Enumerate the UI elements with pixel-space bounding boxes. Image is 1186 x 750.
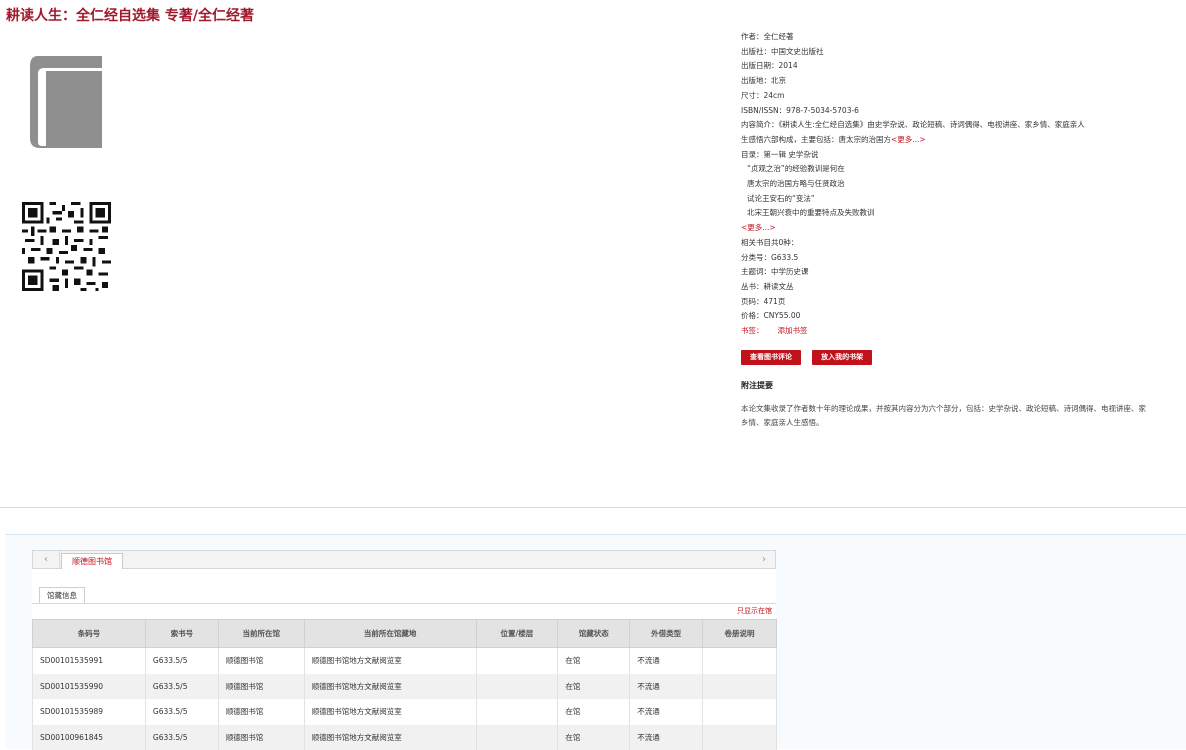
intro-line-1: 内容简介：《耕读人生:全仁经自选集》由史学杂说、政论短稿、诗词偶得、电视讲座、家… — [741, 118, 1161, 133]
related-count: 相关书目共0种： — [741, 236, 1161, 251]
cell-volume-note — [703, 699, 777, 725]
intro-more-link[interactable]: <更多...> — [891, 135, 926, 144]
cell-call-no: G633.5/5 — [145, 648, 218, 674]
isbn-field: ISBN/ISSN：978-7-5034-5703-6 — [741, 104, 1161, 119]
series-field: 丛书：耕读文丛 — [741, 280, 1161, 295]
class-no-field: 分类号：G633.5 — [741, 251, 1161, 266]
show-available-link[interactable]: 只显示在馆 — [737, 606, 772, 616]
toc-heading: 目录：第一辑 史学杂说 — [741, 148, 1161, 163]
cell-call-no: G633.5/5 — [145, 725, 218, 750]
cell-status: 在馆 — [558, 674, 630, 700]
author-field: 作者：全仁经著 — [741, 30, 1161, 45]
cell-barcode: SD00101535990 — [33, 674, 146, 700]
cell-floor — [476, 725, 558, 750]
pages-field: 页码：471页 — [741, 295, 1161, 310]
cell-library: 顺德图书馆 — [218, 725, 304, 750]
book-icon — [28, 54, 104, 148]
publisher-field: 出版社：中国文史出版社 — [741, 45, 1161, 60]
col-barcode: 条码号 — [33, 620, 146, 648]
cell-loan-type: 不流通 — [630, 674, 703, 700]
cell-status: 在馆 — [558, 725, 630, 750]
size-field: 尺寸：24cm — [741, 89, 1161, 104]
col-loan-type: 外借类型 — [630, 620, 703, 648]
view-reviews-button[interactable]: 查看图书评论 — [741, 350, 801, 365]
col-status: 馆藏状态 — [558, 620, 630, 648]
action-buttons: 查看图书评论 放入我的书架 — [741, 344, 878, 365]
tab-holdings-info[interactable]: 馆藏信息 — [39, 587, 85, 603]
notes-heading: 附注提要 — [741, 380, 773, 391]
cell-loan-type: 不流通 — [630, 648, 703, 674]
cell-floor — [476, 648, 558, 674]
toc-item: “贞观之治”的经验教训是何在 — [741, 162, 1161, 177]
toc-item: 唐太宗的治国方略与任贤政治 — [741, 177, 1161, 192]
price-field: 价格：CNY55.00 — [741, 309, 1161, 324]
add-tag-link[interactable]: 添加书签 — [778, 326, 808, 335]
table-header-row: 条码号 索书号 当前所在馆 当前所在馆藏地 位置/楼层 馆藏状态 外借类型 卷册… — [33, 620, 777, 648]
intro-text: 生感悟六部构成，主要包括：唐太宗的治国方 — [741, 135, 891, 144]
tab-shunde-library[interactable]: 顺德图书馆 — [61, 553, 123, 569]
book-title: 耕读人生：全仁经自选集 专著/全仁经著 — [6, 5, 254, 25]
cell-call-no: G633.5/5 — [145, 699, 218, 725]
cell-location: 顺德图书馆地方文献阅览室 — [304, 648, 476, 674]
pub-place-field: 出版地：北京 — [741, 74, 1161, 89]
notes-text: 本论文集收录了作者数十年的理论成果，并按其内容分为六个部分，包括：史学杂说、政论… — [741, 402, 1153, 430]
intro-line-2: 生感悟六部构成，主要包括：唐太宗的治国方<更多...> — [741, 133, 1161, 148]
col-library: 当前所在馆 — [218, 620, 304, 648]
toc-more-link[interactable]: <更多...> — [741, 223, 776, 232]
col-call-no: 索书号 — [145, 620, 218, 648]
chevron-right-icon[interactable]: › — [753, 551, 775, 568]
tag-row: 书签： 添加书签 — [741, 324, 1161, 339]
table-row: SD00101535990 G633.5/5 顺德图书馆 顺德图书馆地方文献阅览… — [33, 674, 777, 700]
qr-code-icon — [22, 202, 111, 291]
col-floor: 位置/楼层 — [476, 620, 558, 648]
book-metadata: 作者：全仁经著 出版社：中国文史出版社 出版日期：2014 出版地：北京 尺寸：… — [741, 30, 1161, 339]
cell-loan-type: 不流通 — [630, 725, 703, 750]
tag-label: 书签： — [741, 326, 764, 335]
cell-barcode: SD00101535989 — [33, 699, 146, 725]
cell-barcode: SD00101535991 — [33, 648, 146, 674]
cell-volume-note — [703, 725, 777, 750]
cell-loan-type: 不流通 — [630, 699, 703, 725]
cell-volume-note — [703, 648, 777, 674]
cell-volume-note — [703, 674, 777, 700]
library-tabbar: ‹ 顺德图书馆 › — [32, 550, 776, 569]
cell-location: 顺德图书馆地方文献阅览室 — [304, 699, 476, 725]
cell-location: 顺德图书馆地方文献阅览室 — [304, 674, 476, 700]
cell-library: 顺德图书馆 — [218, 674, 304, 700]
table-row: SD00100961845 G633.5/5 顺德图书馆 顺德图书馆地方文献阅览… — [33, 725, 777, 750]
cell-status: 在馆 — [558, 648, 630, 674]
cell-floor — [476, 674, 558, 700]
cell-library: 顺德图书馆 — [218, 648, 304, 674]
cell-location: 顺德图书馆地方文献阅览室 — [304, 725, 476, 750]
cell-call-no: G633.5/5 — [145, 674, 218, 700]
toc-item: 试论王安石的“变法” — [741, 192, 1161, 207]
cell-floor — [476, 699, 558, 725]
subject-field: 主题词：中学历史课 — [741, 265, 1161, 280]
pub-date-field: 出版日期：2014 — [741, 59, 1161, 74]
table-row: SD00101535989 G633.5/5 顺德图书馆 顺德图书馆地方文献阅览… — [33, 699, 777, 725]
subtab-divider — [32, 603, 776, 604]
holdings-table: 条码号 索书号 当前所在馆 当前所在馆藏地 位置/楼层 馆藏状态 外借类型 卷册… — [32, 619, 777, 750]
add-to-shelf-button[interactable]: 放入我的书架 — [812, 350, 872, 365]
toc-item: 北宋王朝兴衰中的重要特点及失败教训 — [741, 206, 1161, 221]
cell-status: 在馆 — [558, 699, 630, 725]
cell-barcode: SD00100961845 — [33, 725, 146, 750]
col-volume-note: 卷册说明 — [703, 620, 777, 648]
col-location: 当前所在馆藏地 — [304, 620, 476, 648]
table-row: SD00101535991 G633.5/5 顺德图书馆 顺德图书馆地方文献阅览… — [33, 648, 777, 674]
chevron-left-icon[interactable]: ‹ — [33, 551, 60, 568]
section-divider — [0, 507, 1186, 508]
cell-library: 顺德图书馆 — [218, 699, 304, 725]
